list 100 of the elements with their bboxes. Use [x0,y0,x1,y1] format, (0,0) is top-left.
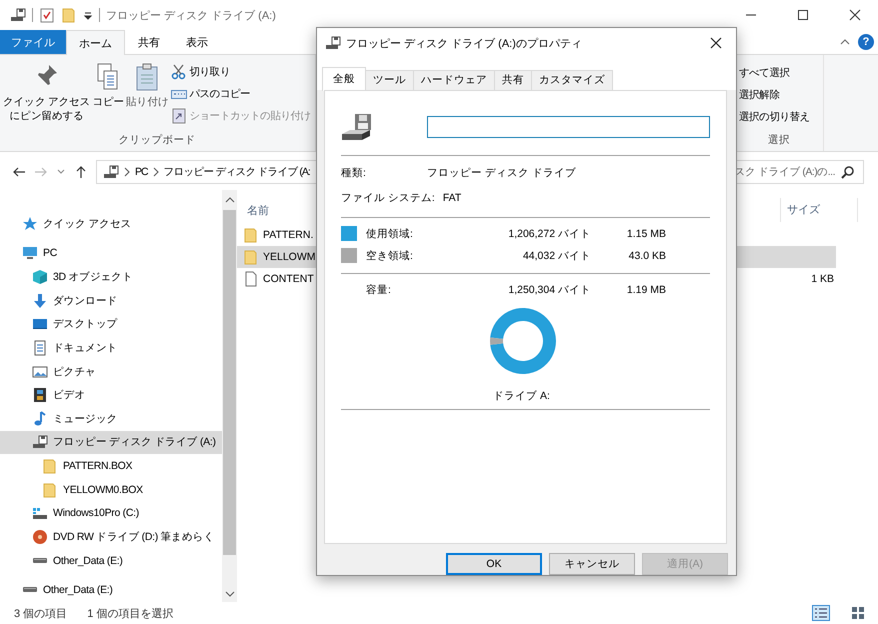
copy-button[interactable]: コピー [92,59,124,133]
field-label: 種類: [341,166,367,180]
back-arrow-icon [12,165,26,179]
down-arrow-icon [32,292,48,309]
field-label: 容量: [366,282,392,297]
nav-item[interactable]: YELLOWM0.BOX [0,478,222,502]
file-tab[interactable]: ファイル [0,30,66,54]
field-label: 使用領域: [366,226,414,241]
large-icons-view-icon [850,605,866,621]
file-name-cell[interactable]: CONTENT [237,268,316,290]
dialog-tab[interactable]: 全般 [322,66,366,91]
dialog-tab[interactable]: ツール [365,70,414,90]
status-text: 3 個の項目 [14,606,68,620]
ribbon-button[interactable]: パスのコピー [170,84,311,103]
file-icon [243,271,259,287]
nav-item[interactable]: PC [0,242,222,266]
ribbon-button[interactable]: 切り取り [170,62,311,81]
paste-button[interactable]: 貼り付け [126,59,169,133]
dialog-title: フロッピー ディスク ドライブ (A:)のプロパティ [346,36,582,50]
drive-label: ドライブ A: [492,388,551,403]
nav-item[interactable]: クイック アクセス [0,212,222,236]
field-label: ファイル システム: [341,191,435,206]
field-value: 44,032 バイト [522,248,591,263]
cube-icon [32,269,48,286]
nav-item[interactable]: PATTERN.BOX [0,454,222,478]
monitor-icon [22,245,38,262]
scrollbar-thumb[interactable] [223,210,236,555]
name-field[interactable] [427,116,710,138]
details-view-icon [812,605,830,621]
file-size-cell[interactable]: 1 KB [736,268,836,290]
nav-item[interactable]: デスクトップ [0,312,222,336]
folder-icon [243,249,259,265]
field-value: 1,250,304 バイト [507,282,591,297]
dialog-button[interactable]: キャンセル [549,553,635,575]
dialog-tab[interactable]: 共有 [494,70,532,90]
drive-icon [32,558,48,564]
chevron-right-icon [123,167,131,177]
breadcrumb[interactable]: フロッピー ディスク ドライブ (A: [164,165,310,179]
nav-item[interactable]: Other_Data (E:) [0,548,222,572]
ribbon-button[interactable]: すべて選択 [739,63,819,82]
nav-item[interactable]: ドキュメント [0,336,222,360]
column-header[interactable]: サイズ [780,198,858,222]
document-icon [32,340,48,356]
maximize-icon [797,9,809,21]
nav-item[interactable]: ビデオ [0,383,222,407]
field-value: 1.19 MB [626,284,666,296]
ribbon-button[interactable]: 選択の切り替え [739,107,819,126]
dialog-button[interactable]: OK [446,553,542,575]
up-arrow-icon [74,165,88,179]
windows-drive-icon [32,505,48,522]
dialog-tab[interactable]: ハードウェア [413,70,495,90]
folder-icon [243,227,259,243]
close-icon [710,37,722,49]
nav-item[interactable]: フロッピー ディスク ドライブ (A:) [0,430,222,454]
ribbon-tab[interactable]: 共有 [125,30,173,54]
group-label: クリップボード [117,133,196,148]
dialog-tab[interactable]: カスタマイズ [531,70,613,90]
close-icon [849,9,861,21]
file-name-cell[interactable]: YELLOWM [237,246,316,268]
forward-arrow-icon [34,165,48,179]
status-text: 1 個の項目を選択 [87,606,174,620]
field-value: 43.0 KB [628,250,666,262]
scroll-up-icon [224,196,234,204]
field-value: FAT [442,192,462,204]
help-button[interactable]: ? [858,34,874,50]
group-label: 選択 [767,133,791,148]
film-icon [32,387,48,404]
scroll-down-icon [224,590,234,598]
nav-item[interactable]: Windows10Pro (C:) [0,502,222,526]
field-label: 空き領域: [366,248,414,263]
file-name-cell[interactable]: PATTERN. [237,224,316,246]
drive-icon [22,587,38,594]
column-header[interactable]: 名前 [243,202,269,218]
nav-item[interactable]: DVD RW ドライブ (D:) 筆まめらく [0,525,222,549]
nav-item[interactable]: 3D オブジェクト [0,265,222,289]
file-size-cell[interactable] [736,246,836,268]
ribbon-tab[interactable]: 表示 [173,30,221,54]
pin-button[interactable]: クイック アクセス にピン留めする [3,59,90,133]
nav-item[interactable]: ピクチャ [0,360,222,384]
field-value: 1,206,272 バイト [507,226,591,241]
clipboard-icon [135,63,160,91]
field-value: 1.15 MB [626,228,666,240]
shortcut-icon [170,108,187,124]
disc-icon [32,528,48,545]
floppy-drive-icon [325,35,341,51]
ribbon-button[interactable]: 選択解除 [739,85,819,104]
nav-item[interactable]: Other_Data (E:) [0,578,222,602]
field-value: フロッピー ディスク ドライブ [427,166,576,180]
address-bar[interactable]: PC フロッピー ディスク ドライブ (A: [96,160,316,184]
music-note-icon [32,410,48,427]
folder-icon [42,458,58,474]
chevron-right-icon [152,167,160,177]
ribbon-tab[interactable]: ホーム [66,30,125,55]
folder-icon [61,7,77,23]
breadcrumb[interactable]: PC [135,166,148,178]
floppy-drive-icon [10,7,26,23]
nav-item[interactable]: ミュージック [0,407,222,431]
search-icon [841,165,855,179]
collapse-ribbon-icon [840,37,850,47]
nav-item[interactable]: ダウンロード [0,288,222,312]
